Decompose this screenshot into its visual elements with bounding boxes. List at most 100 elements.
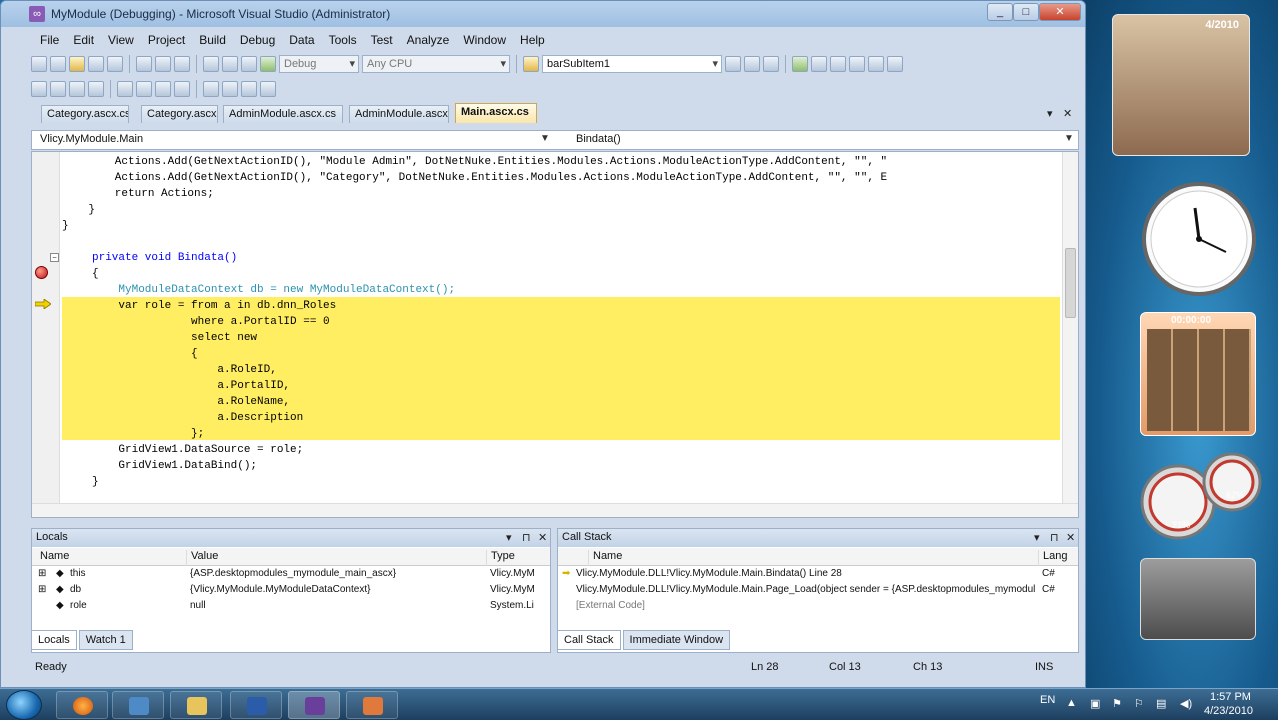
tab-immediate-window[interactable]: Immediate Window xyxy=(622,630,731,650)
stop-debugging-icon[interactable] xyxy=(830,56,846,72)
tab-watch-1[interactable]: Watch 1 xyxy=(78,630,133,650)
start-button[interactable] xyxy=(6,690,42,720)
tab-category-ascx[interactable]: Category.ascx xyxy=(141,105,218,123)
menu-file[interactable]: File xyxy=(33,33,66,47)
solution-platform-select[interactable]: Any CPU xyxy=(362,55,510,73)
save-icon[interactable] xyxy=(88,56,104,72)
cpu-meter-gadget[interactable] xyxy=(1140,448,1266,544)
execution-pointer-icon[interactable] xyxy=(35,299,51,309)
menu-analyze[interactable]: Analyze xyxy=(400,33,457,47)
code-editor[interactable]: − Actions.Add(GetNextActionID(), "Module… xyxy=(31,151,1079,518)
clear-bookmarks-icon[interactable] xyxy=(260,81,276,97)
pane-dropdown-icon[interactable]: ▾ xyxy=(506,531,512,544)
decrease-indent-icon[interactable] xyxy=(117,81,133,97)
tab-adminmodule-ascx-cs[interactable]: AdminModule.ascx.cs xyxy=(223,105,343,123)
object-browser-icon[interactable] xyxy=(763,56,779,72)
editor-gutter[interactable] xyxy=(32,152,60,517)
expand-icon[interactable]: ⊞ xyxy=(38,584,46,595)
clock-time[interactable]: 1:57 PM xyxy=(1210,691,1251,703)
minimize-button[interactable]: _ xyxy=(987,3,1013,21)
step-into-icon[interactable] xyxy=(887,56,903,72)
column-header-value[interactable]: Value xyxy=(186,550,218,566)
increase-indent-icon[interactable] xyxy=(136,81,152,97)
volume-icon[interactable]: ◀) xyxy=(1180,697,1192,710)
open-file-icon[interactable] xyxy=(69,56,85,72)
show-next-statement-icon[interactable] xyxy=(868,56,884,72)
member-list-icon[interactable] xyxy=(31,81,47,97)
clock-gadget[interactable] xyxy=(1140,180,1258,298)
undo-icon[interactable] xyxy=(203,56,219,72)
table-row[interactable]: ⊞ ◆ db {Vlicy.MyModule.MyModuleDataConte… xyxy=(32,583,550,599)
find-combo[interactable]: barSubItem1 xyxy=(542,55,722,73)
taskbar-explorer-window[interactable] xyxy=(112,691,164,719)
slideshow-puzzle-gadget[interactable]: 00:00:00 xyxy=(1140,312,1256,436)
class-dropdown-icon[interactable]: ▼ xyxy=(540,133,550,144)
parameter-info-icon[interactable] xyxy=(50,81,66,97)
pane-dropdown-icon[interactable]: ▾ xyxy=(1034,531,1040,544)
redo-icon[interactable] xyxy=(222,56,238,72)
close-pane-icon[interactable]: ✕ xyxy=(1066,531,1075,544)
add-item-icon[interactable] xyxy=(50,56,66,72)
photo-gadget[interactable] xyxy=(1140,558,1256,640)
column-header-type[interactable]: Type xyxy=(486,550,515,566)
menu-project[interactable]: Project xyxy=(141,33,192,47)
menu-tools[interactable]: Tools xyxy=(322,33,364,47)
collapse-region-icon[interactable]: − xyxy=(50,253,59,262)
call-stack-title-bar[interactable]: Call Stack ▾ ⊓ ✕ xyxy=(558,529,1078,547)
menu-data[interactable]: Data xyxy=(282,33,321,47)
paste-icon[interactable] xyxy=(174,56,190,72)
save-all-icon[interactable] xyxy=(107,56,123,72)
column-header-name[interactable]: Name xyxy=(588,550,622,566)
table-row[interactable]: ◆ role null System.Li xyxy=(32,599,550,615)
column-header-lang[interactable]: Lang xyxy=(1038,550,1067,566)
editor-horizontal-scrollbar[interactable] xyxy=(32,503,1078,517)
class-selector[interactable]: Vlicy.MyModule.Main xyxy=(36,132,556,148)
taskbar-visual-studio[interactable] xyxy=(288,691,340,719)
member-dropdown-icon[interactable]: ▼ xyxy=(1064,133,1074,144)
previous-bookmark-icon[interactable] xyxy=(222,81,238,97)
menu-view[interactable]: View xyxy=(101,33,141,47)
complete-word-icon[interactable] xyxy=(88,81,104,97)
start-debugging-icon[interactable] xyxy=(260,56,276,72)
column-header-name[interactable]: Name xyxy=(36,550,69,566)
tray-expand-icon[interactable]: ▲ xyxy=(1066,697,1077,709)
taskbar-paint[interactable] xyxy=(346,691,398,719)
navigate-back-icon[interactable] xyxy=(241,56,257,72)
action-center-icon[interactable]: ⚑ xyxy=(1112,697,1122,710)
language-indicator[interactable]: EN xyxy=(1040,694,1055,706)
properties-icon[interactable] xyxy=(744,56,760,72)
tab-dropdown-icon[interactable]: ▾ xyxy=(1047,107,1053,120)
menu-test[interactable]: Test xyxy=(364,33,400,47)
table-row[interactable]: [External Code] xyxy=(558,599,1078,615)
close-button[interactable]: ✕ xyxy=(1039,3,1081,21)
tab-locals[interactable]: Locals xyxy=(31,630,77,650)
close-pane-icon[interactable]: ✕ xyxy=(538,531,547,544)
display-icon[interactable]: ▤ xyxy=(1156,697,1166,710)
quick-info-icon[interactable] xyxy=(69,81,85,97)
table-row[interactable]: Vlicy.MyModule.DLL!Vlicy.MyModule.Main.P… xyxy=(558,583,1078,599)
locals-title-bar[interactable]: Locals ▾ ⊓ ✕ xyxy=(32,529,550,547)
table-row[interactable]: ⊞ ◆ this {ASP.desktopmodules_mymodule_ma… xyxy=(32,567,550,583)
title-bar[interactable]: ∞ MyModule (Debugging) - Microsoft Visua… xyxy=(1,1,1085,27)
find-in-files-icon[interactable] xyxy=(523,56,539,72)
clock-date[interactable]: 4/23/2010 xyxy=(1204,705,1253,717)
continue-icon[interactable] xyxy=(792,56,808,72)
table-row[interactable]: ➡ Vlicy.MyModule.DLL!Vlicy.MyModule.Main… xyxy=(558,567,1078,583)
menu-edit[interactable]: Edit xyxy=(66,33,101,47)
editor-vertical-scrollbar[interactable] xyxy=(1062,152,1078,517)
tab-adminmodule-ascx[interactable]: AdminModule.ascx xyxy=(349,105,449,123)
maximize-button[interactable]: □ xyxy=(1013,3,1039,21)
calendar-gadget[interactable]: 4/2010 xyxy=(1112,14,1250,156)
taskbar-word[interactable] xyxy=(230,691,282,719)
network-icon[interactable]: ▣ xyxy=(1090,697,1100,710)
toggle-bookmark-icon[interactable] xyxy=(203,81,219,97)
comment-icon[interactable] xyxy=(155,81,171,97)
tab-category-ascx-cs[interactable]: Category.ascx.cs xyxy=(41,105,129,123)
break-all-icon[interactable] xyxy=(811,56,827,72)
menu-help[interactable]: Help xyxy=(513,33,552,47)
uncomment-icon[interactable] xyxy=(174,81,190,97)
close-tab-icon[interactable]: ✕ xyxy=(1063,107,1072,120)
copy-icon[interactable] xyxy=(155,56,171,72)
tab-call-stack[interactable]: Call Stack xyxy=(557,630,621,650)
menu-debug[interactable]: Debug xyxy=(233,33,282,47)
